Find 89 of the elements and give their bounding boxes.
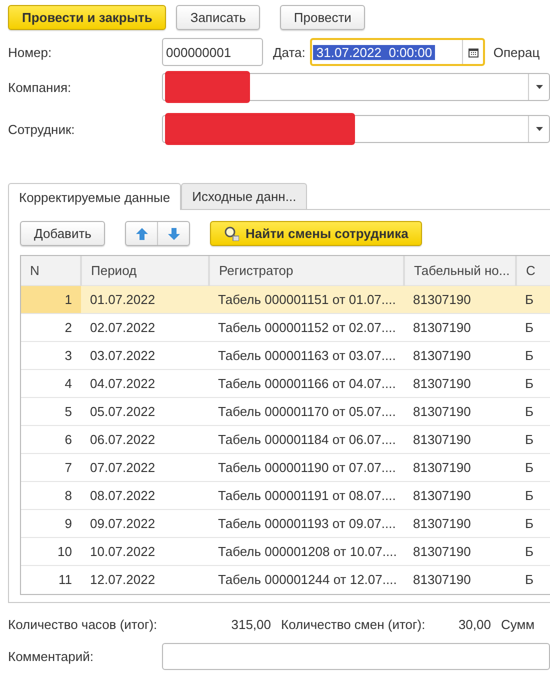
table-cell: 7 bbox=[21, 454, 81, 482]
date-field[interactable]: 31.07.2022 0:00:00 bbox=[310, 38, 486, 66]
table-cell: Табель 000001151 от 01.07.... bbox=[209, 286, 404, 314]
table-cell: 6 bbox=[21, 426, 81, 454]
tab[interactable]: Исходные данн... bbox=[181, 183, 308, 209]
column-header[interactable]: Табельный но... bbox=[404, 256, 516, 286]
table-cell: Б bbox=[516, 398, 550, 426]
table-cell: Табель 000001184 от 06.07.... bbox=[209, 426, 404, 454]
table-cell: 3 bbox=[21, 342, 81, 370]
table-cell: 12.07.2022 bbox=[81, 566, 209, 593]
add-button[interactable]: Добавить bbox=[20, 221, 106, 246]
field-label: Операц bbox=[493, 44, 540, 60]
table-cell: 09.07.2022 bbox=[81, 510, 209, 538]
table-cell: 4 bbox=[21, 370, 81, 398]
table-cell: 03.07.2022 bbox=[81, 342, 209, 370]
table-cell: 81307190 bbox=[404, 426, 516, 454]
table-cell: Б bbox=[516, 510, 550, 538]
table-cell: 81307190 bbox=[404, 286, 516, 314]
up-arrow-icon bbox=[136, 228, 148, 240]
magnifier-icon bbox=[224, 226, 240, 241]
table-cell: 81307190 bbox=[404, 510, 516, 538]
table-cell: 06.07.2022 bbox=[81, 426, 209, 454]
table-cell: Табель 000001193 от 09.07.... bbox=[209, 510, 404, 538]
table-cell: 07.07.2022 bbox=[81, 454, 209, 482]
post-button[interactable]: Провести bbox=[280, 5, 366, 30]
table-cell: 81307190 bbox=[404, 398, 516, 426]
dropdown-arrow-icon[interactable] bbox=[536, 127, 542, 131]
table-cell: 81307190 bbox=[404, 342, 516, 370]
table-cell: Табель 000001191 от 08.07.... bbox=[209, 482, 404, 510]
table-cell: Б bbox=[516, 342, 550, 370]
column-header[interactable]: Регистратор bbox=[209, 256, 404, 286]
table-cell: 11 bbox=[21, 566, 81, 593]
column-header[interactable]: С bbox=[516, 256, 550, 286]
total-label: Сумм bbox=[501, 616, 535, 632]
table-cell: 81307190 bbox=[404, 370, 516, 398]
table-cell: Табель 000001208 от 10.07.... bbox=[209, 538, 404, 566]
table-cell: Б bbox=[516, 370, 550, 398]
dropdown-arrow-icon[interactable] bbox=[536, 85, 542, 89]
tab[interactable]: Корректируемые данные bbox=[8, 183, 182, 210]
total-value: 30,00 bbox=[457, 616, 491, 632]
table-cell: 10 bbox=[21, 538, 81, 566]
table-cell: 1 bbox=[21, 286, 81, 314]
table-cell: 81307190 bbox=[404, 482, 516, 510]
table-cell: 81307190 bbox=[404, 538, 516, 566]
field-label: Сотрудник: bbox=[8, 122, 76, 136]
field-label: Дата: bbox=[273, 44, 306, 60]
table-cell: 9 bbox=[21, 510, 81, 538]
table-cell: Б bbox=[516, 482, 550, 510]
field-label: Компания: bbox=[8, 80, 72, 94]
company-field[interactable] bbox=[162, 73, 550, 101]
table-cell: Б bbox=[516, 314, 550, 342]
comment-field[interactable] bbox=[162, 643, 550, 670]
down-arrow-icon bbox=[168, 228, 180, 240]
table-cell: 10.07.2022 bbox=[81, 538, 209, 566]
employee-field[interactable] bbox=[162, 115, 550, 143]
table-cell: 81307190 bbox=[404, 566, 516, 593]
calendar-icon[interactable] bbox=[468, 46, 479, 58]
table-cell: Табель 000001152 от 02.07.... bbox=[209, 314, 404, 342]
table-cell: 04.07.2022 bbox=[81, 370, 209, 398]
table-cell: 8 bbox=[21, 482, 81, 510]
table-cell: Табель 000001244 от 12.07.... bbox=[209, 566, 404, 593]
table-cell: 08.07.2022 bbox=[81, 482, 209, 510]
table-cell: Б bbox=[516, 454, 550, 482]
table-cell: 02.07.2022 bbox=[81, 314, 209, 342]
table-cell: 2 bbox=[21, 314, 81, 342]
table-cell: Б bbox=[516, 286, 550, 314]
find-shifts-button[interactable]: Найти смены сотрудника bbox=[210, 221, 422, 246]
table-cell: Табель 000001190 от 07.07.... bbox=[209, 454, 404, 482]
save-button[interactable]: Записать bbox=[176, 5, 260, 30]
table-cell: Табель 000001170 от 05.07.... bbox=[209, 398, 404, 426]
table-cell: Б bbox=[516, 538, 550, 566]
table-cell: Б bbox=[516, 566, 550, 593]
table-cell: 81307190 bbox=[404, 454, 516, 482]
column-header[interactable]: Период bbox=[81, 256, 209, 286]
post-and-close-button[interactable]: Провести и закрыть bbox=[8, 5, 166, 30]
table-cell: 81307190 bbox=[404, 314, 516, 342]
number-field[interactable]: 000000001 bbox=[162, 38, 263, 66]
table-cell: Б bbox=[516, 426, 550, 454]
table-cell: 5 bbox=[21, 398, 81, 426]
table-cell: 05.07.2022 bbox=[81, 398, 209, 426]
table-cell: Табель 000001163 от 03.07.... bbox=[209, 342, 404, 370]
field-label: Комментарий: bbox=[8, 649, 94, 664]
column-header[interactable]: N bbox=[21, 256, 81, 286]
total-label: Количество смен (итог): bbox=[281, 616, 423, 632]
table-cell: 01.07.2022 bbox=[81, 286, 209, 314]
field-label: Номер: bbox=[8, 44, 53, 60]
table-cell: Табель 000001166 от 04.07.... bbox=[209, 370, 404, 398]
total-value: 315,00 bbox=[230, 616, 271, 632]
total-label: Количество часов (итог): bbox=[8, 616, 156, 632]
